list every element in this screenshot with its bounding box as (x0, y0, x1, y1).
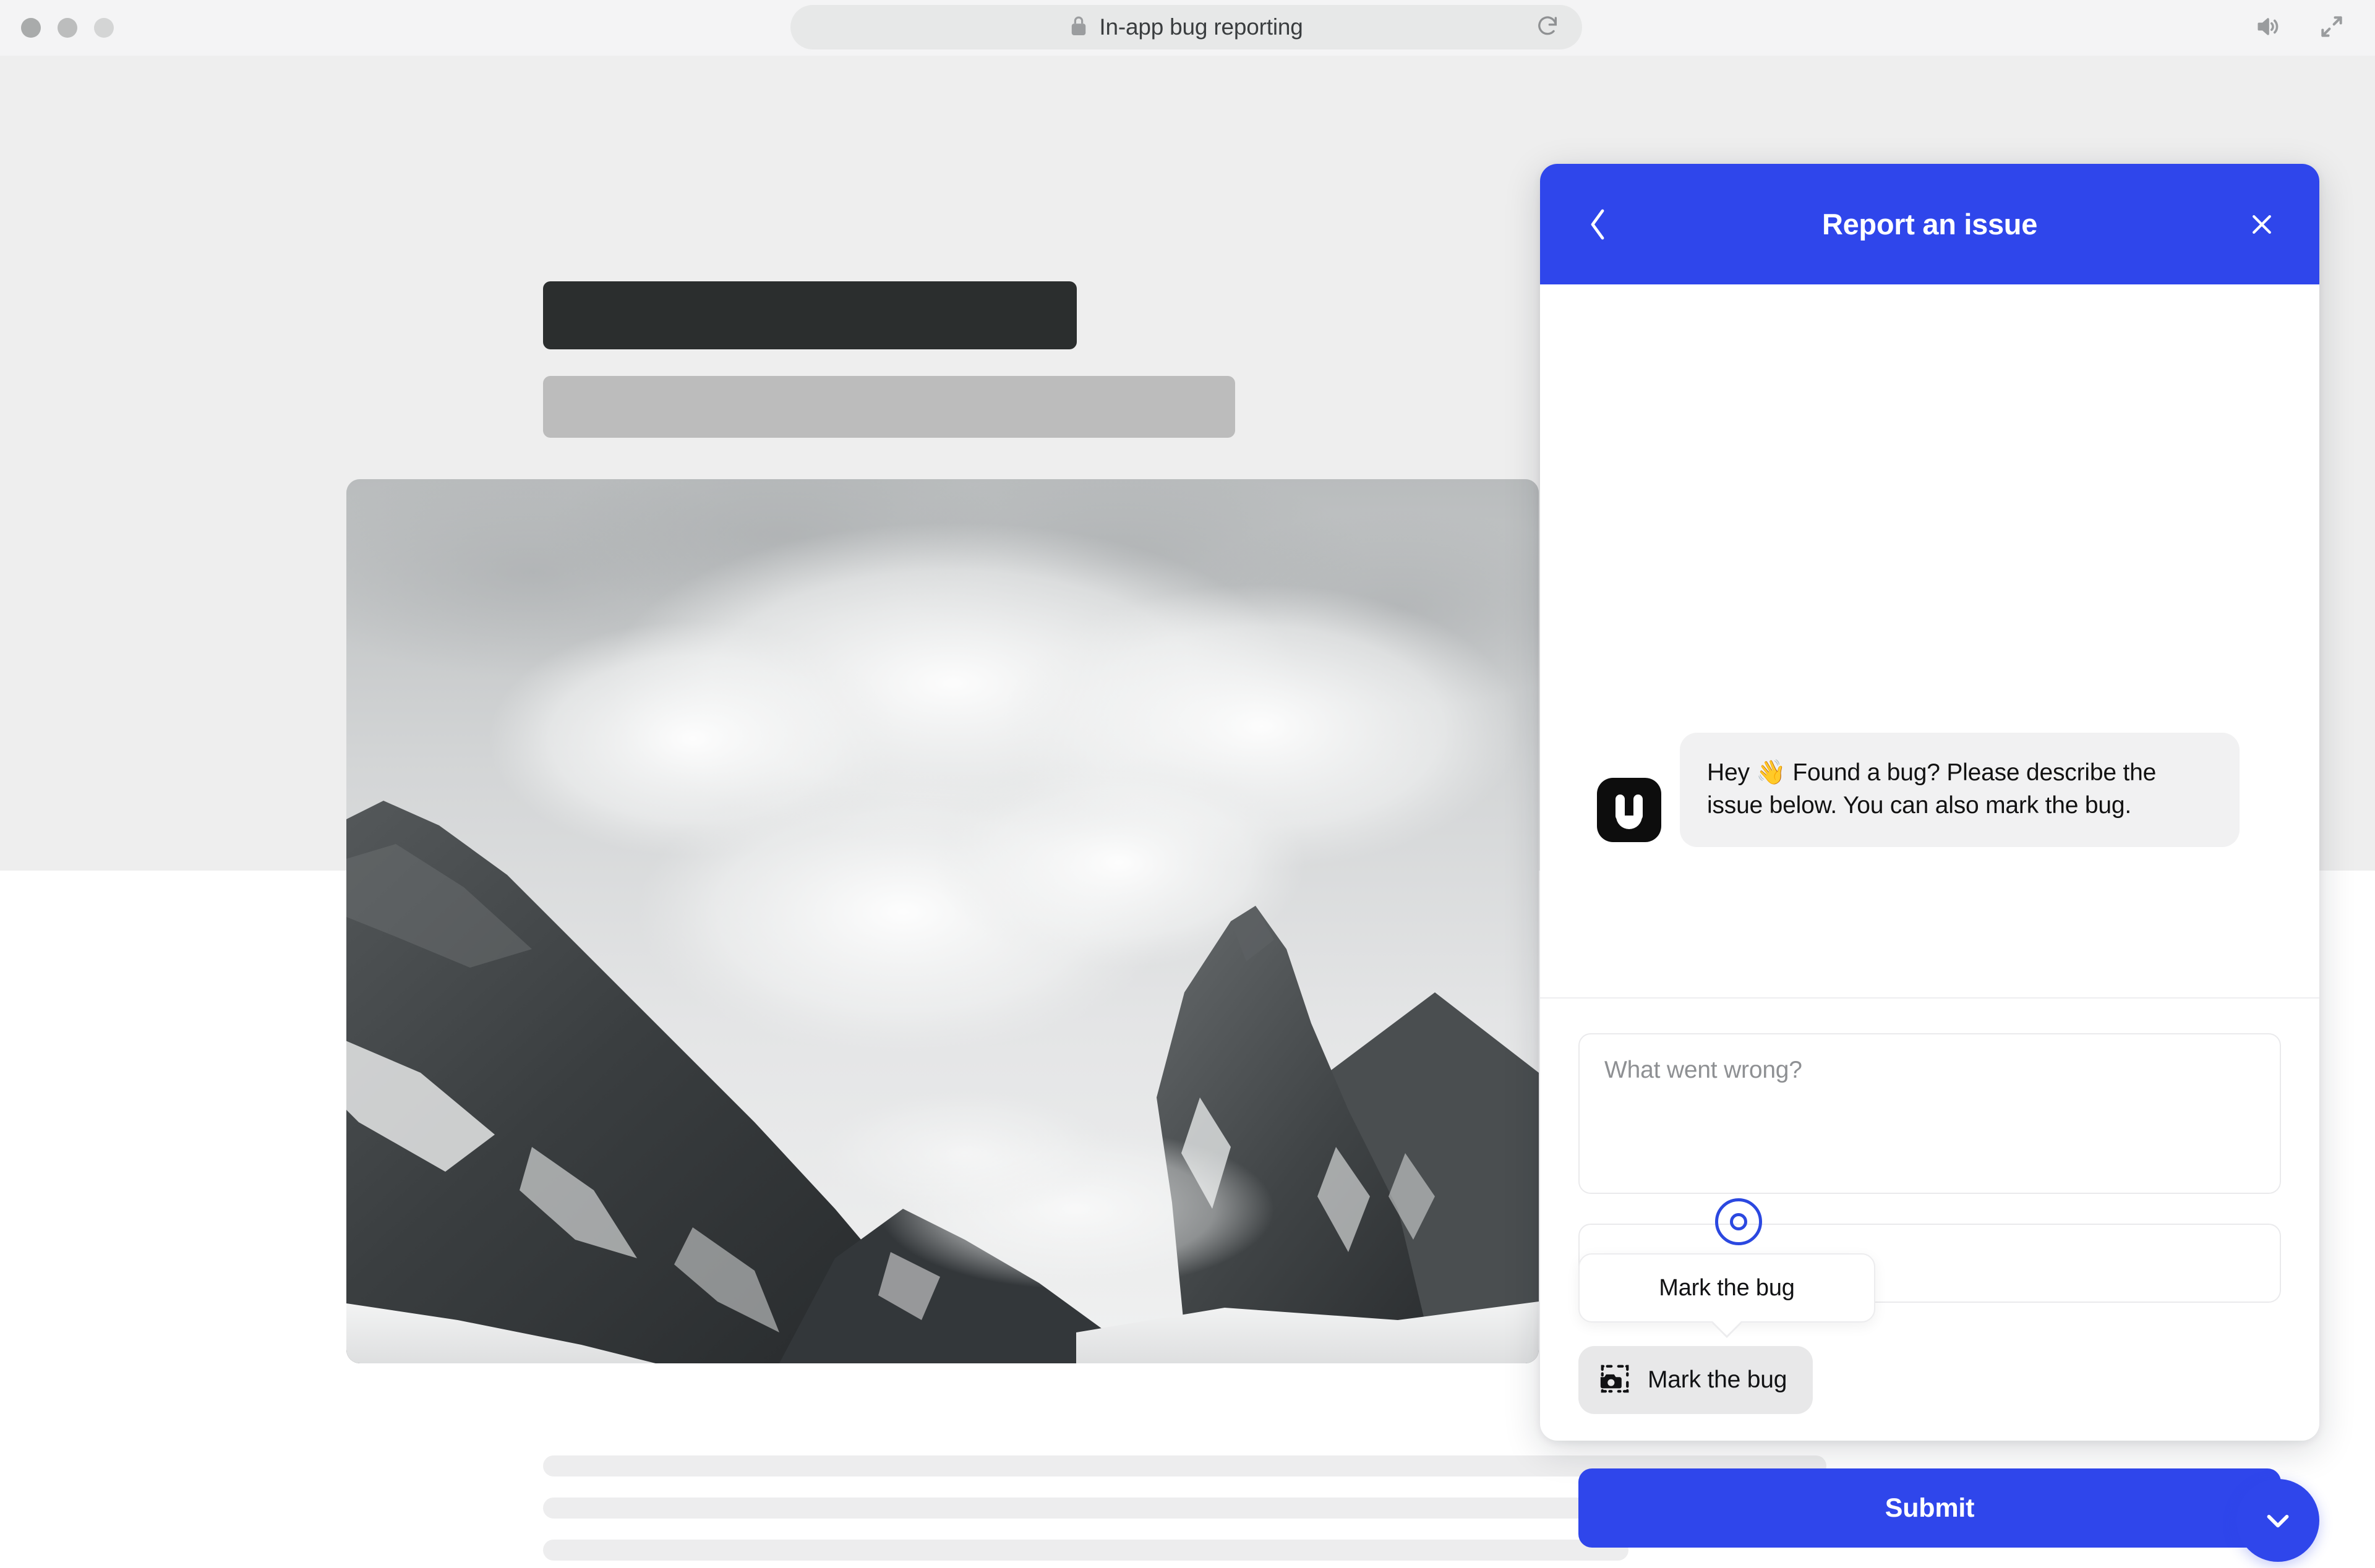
skeleton-title-block (543, 281, 1077, 349)
mountain-photo-illustration (346, 479, 1539, 1363)
close-dot[interactable] (21, 18, 41, 38)
bot-message-bubble: Hey 👋 Found a bug? Please describe the i… (1680, 733, 2240, 847)
tooltip-label: Mark the bug (1659, 1274, 1795, 1301)
hero-photo (346, 479, 1539, 1363)
bug-report-widget: Report an issue Hey 👋 Found a bug? Pleas… (1540, 164, 2319, 1548)
mark-bug-tooltip: Mark the bug (1578, 1253, 1875, 1323)
window-controls (21, 18, 114, 38)
mark-bug-label: Mark the bug (1648, 1366, 1787, 1393)
widget-message-area: Hey 👋 Found a bug? Please describe the i… (1540, 284, 2319, 999)
submit-button[interactable]: Submit (1578, 1468, 2281, 1548)
bot-message-row: Hey 👋 Found a bug? Please describe the i… (1597, 733, 2240, 847)
address-bar[interactable]: In-app bug reporting (790, 5, 1582, 49)
fullscreen-expand-icon[interactable] (2318, 13, 2345, 43)
bot-smiley-avatar-icon (1597, 777, 1661, 842)
widget-title: Report an issue (1821, 208, 2038, 241)
skeleton-text-line (543, 1540, 1628, 1561)
back-button[interactable] (1578, 205, 1617, 244)
volume-icon[interactable] (2254, 13, 2282, 43)
browser-chrome: In-app bug reporting (0, 0, 2375, 56)
description-placeholder: What went wrong? (1604, 1057, 1802, 1083)
chrome-right-controls (2254, 13, 2345, 43)
maximize-dot[interactable] (94, 18, 114, 38)
lock-icon (1069, 15, 1088, 40)
mark-the-bug-button[interactable]: Mark the bug (1578, 1346, 1813, 1414)
camera-crop-icon (1598, 1362, 1632, 1399)
chat-toggle-fab[interactable] (2236, 1479, 2319, 1562)
address-bar-text: In-app bug reporting (1099, 14, 1303, 40)
minimize-dot[interactable] (58, 18, 77, 38)
description-input[interactable]: What went wrong? (1578, 1033, 2281, 1194)
widget-form: What went wrong? Mark the bug Mark the b… (1540, 999, 2319, 1548)
reload-icon[interactable] (1535, 14, 1560, 41)
skeleton-subtitle-block (543, 376, 1235, 438)
close-button[interactable] (2243, 205, 2281, 244)
widget-header: Report an issue (1540, 164, 2319, 284)
chevron-down-icon (2267, 1515, 2289, 1528)
